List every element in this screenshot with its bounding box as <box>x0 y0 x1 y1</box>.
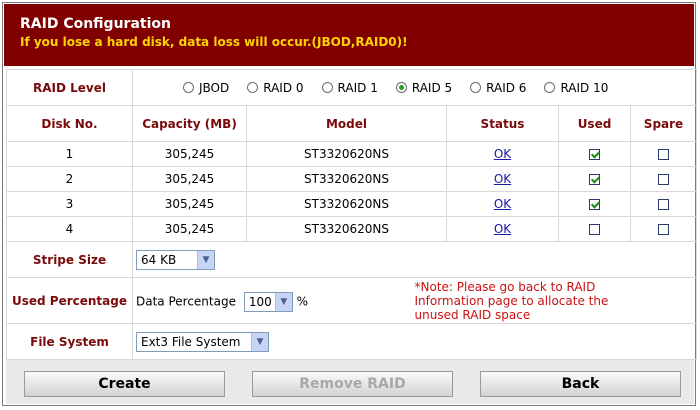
data-percentage-value: 100 <box>248 295 272 309</box>
column-header: Capacity (MB) <box>132 105 247 142</box>
data-loss-warning: If you lose a hard disk, data loss will … <box>20 35 408 49</box>
remove-raid-button[interactable]: Remove RAID <box>252 371 453 397</box>
spare-checkbox[interactable] <box>658 199 669 210</box>
radio-button[interactable] <box>470 82 482 93</box>
spare-checkbox[interactable] <box>658 149 669 160</box>
disk-model: ST3320620NS <box>304 172 389 186</box>
used-checkbox[interactable] <box>589 149 600 160</box>
used-checkbox[interactable] <box>589 199 600 210</box>
allocation-note: *Note: Please go back to RAID Informatio… <box>414 280 609 322</box>
raid-option-raid6[interactable]: RAID 6 <box>470 81 526 95</box>
disk-status-link[interactable]: OK <box>494 197 511 211</box>
disk-number: 4 <box>65 222 74 236</box>
table-row: 2 305,245 ST3320620NS OK <box>6 166 697 192</box>
data-percentage-label: Data Percentage <box>136 294 236 309</box>
raid-level-label: RAID Level <box>6 69 133 106</box>
column-header: Disk No. <box>6 105 133 142</box>
disk-status-link[interactable]: OK <box>494 222 511 236</box>
disk-number: 3 <box>65 197 74 211</box>
radio-button[interactable] <box>321 82 333 93</box>
disk-number: 2 <box>65 172 74 186</box>
used-checkbox[interactable] <box>589 224 600 235</box>
radio-label: RAID 1 <box>337 80 378 95</box>
raid-option-jbod[interactable]: JBOD <box>183 81 229 95</box>
disk-model: ST3320620NS <box>304 222 389 236</box>
radio-label: RAID 5 <box>411 80 453 95</box>
raid-option-raid10[interactable]: RAID 10 <box>544 81 608 95</box>
disk-status-link[interactable]: OK <box>494 147 511 161</box>
table-row: 4 305,245 ST3320620NS OK <box>6 216 697 242</box>
column-header: Spare <box>630 105 697 142</box>
used-checkbox[interactable] <box>589 174 600 185</box>
back-button[interactable]: Back <box>480 371 681 397</box>
raid-level-options: JBOD RAID 0 RAID 1 RAID 5 RAID 6 RAID 10 <box>133 81 696 95</box>
table-row: 3 305,245 ST3320620NS OK <box>6 191 697 217</box>
table-row: 1 305,245 ST3320620NS OK <box>6 141 697 167</box>
column-header: Model <box>246 105 447 142</box>
data-percentage-select[interactable]: 100 ▼ <box>243 292 293 312</box>
stripe-size-label: Stripe Size <box>6 241 133 278</box>
header-banner: RAID Configuration If you lose a hard di… <box>4 4 694 66</box>
file-system-label: File System <box>6 323 133 360</box>
disk-capacity: 305,245 <box>164 172 215 186</box>
radio-button[interactable] <box>247 82 259 93</box>
radio-label: RAID 6 <box>486 80 527 95</box>
stripe-size-value: 64 KB <box>141 252 177 267</box>
column-header: Used <box>558 105 631 142</box>
column-header: Status <box>446 105 559 142</box>
chevron-down-icon: ▼ <box>274 293 292 311</box>
radio-label: JBOD <box>199 80 230 95</box>
raid-option-raid5[interactable]: RAID 5 <box>395 80 453 95</box>
file-system-value: Ext3 File System <box>141 334 241 349</box>
chevron-down-icon: ▼ <box>197 250 214 269</box>
chevron-down-icon: ▼ <box>251 332 268 351</box>
used-percentage-label: Used Percentage <box>6 277 133 324</box>
disk-capacity: 305,245 <box>164 222 215 236</box>
page-title: RAID Configuration <box>20 16 171 32</box>
create-button[interactable]: Create <box>24 371 225 397</box>
disk-table-header: Disk No. Capacity (MB) Model Status Used Spar… <box>6 105 697 142</box>
radio-label: RAID 0 <box>263 80 304 95</box>
raid-option-raid0[interactable]: RAID 0 <box>247 80 304 95</box>
disk-model: ST3320620NS <box>304 197 389 211</box>
radio-button[interactable] <box>395 82 407 93</box>
radio-button[interactable] <box>183 82 194 93</box>
button-bar: Create Remove RAID Back <box>6 360 694 404</box>
disk-capacity: 305,245 <box>164 197 215 211</box>
stripe-size-select[interactable]: 64 KB ▼ <box>136 249 215 270</box>
spare-checkbox[interactable] <box>658 174 669 185</box>
disk-rows: 1 305,245 ST3320620NS OK 2 305,245 ST3320620NS… <box>6 141 697 242</box>
radio-button[interactable] <box>544 82 556 93</box>
spare-checkbox[interactable] <box>658 224 669 235</box>
file-system-select[interactable]: Ext3 File System ▼ <box>136 331 269 352</box>
raid-option-raid1[interactable]: RAID 1 <box>321 80 378 95</box>
disk-capacity: 305,245 <box>164 147 215 161</box>
disk-model: ST3320620NS <box>304 147 389 161</box>
radio-label: RAID 10 <box>560 80 609 95</box>
disk-number: 1 <box>65 147 74 161</box>
config-table: RAID Level JBOD RAID 0 RAID 1 RAID 5 RAID 6 R… <box>6 69 697 360</box>
percent-unit: % <box>296 294 309 309</box>
disk-status-link[interactable]: OK <box>494 172 511 186</box>
raid-config-panel: RAID Configuration If you lose a hard di… <box>2 2 697 406</box>
